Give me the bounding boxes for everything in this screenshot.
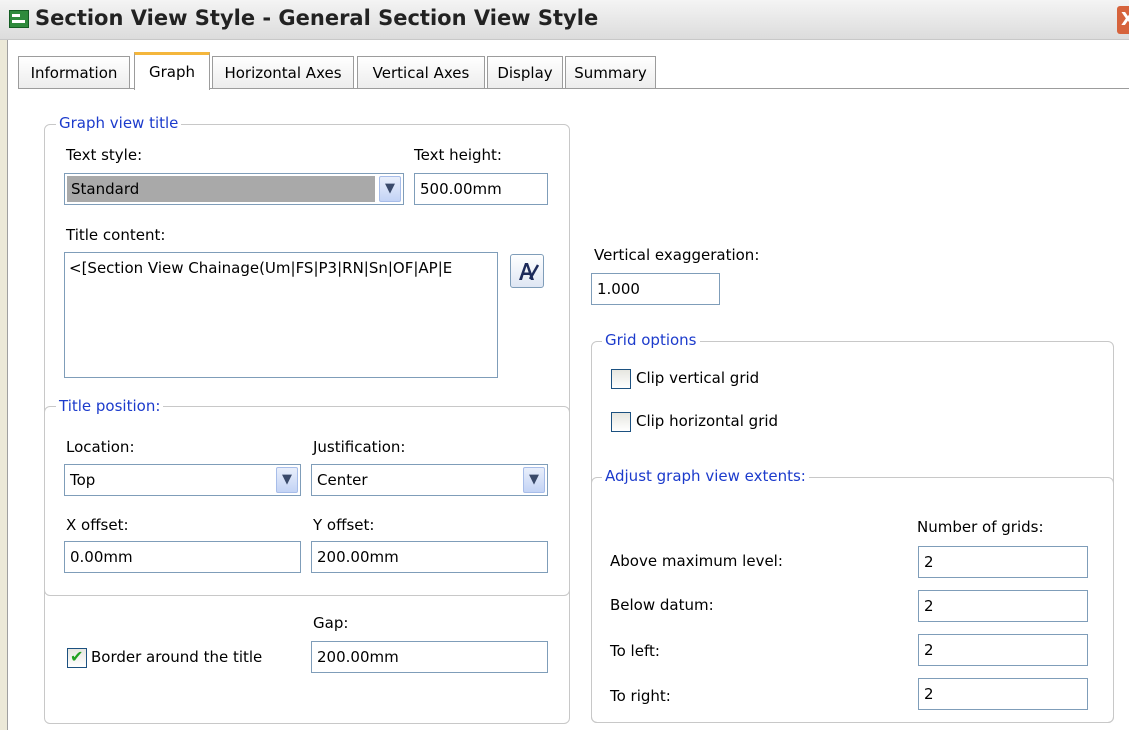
tab-display[interactable]: Display xyxy=(487,56,563,89)
chevron-down-icon[interactable]: ▼ xyxy=(523,467,545,493)
location-select[interactable]: Top ▼ xyxy=(64,464,301,496)
to-left-field[interactable]: 2 xyxy=(918,634,1088,666)
vertical-exaggeration-label: Vertical exaggeration: xyxy=(594,246,760,264)
grid-options-legend: Grid options xyxy=(602,331,700,349)
text-component-editor-button[interactable] xyxy=(510,254,544,288)
to-right-label: To right: xyxy=(610,687,671,705)
text-style-label: Text style: xyxy=(66,146,143,164)
justification-select[interactable]: Center ▼ xyxy=(311,464,548,496)
window-title: Section View Style - General Section Vie… xyxy=(35,6,599,30)
clip-horizontal-grid-label: Clip horizontal grid xyxy=(636,412,779,430)
text-style-select[interactable]: Standard ▼ xyxy=(64,173,404,205)
title-position-legend: Title position: xyxy=(56,397,164,415)
above-maximum-level-field[interactable]: 2 xyxy=(918,546,1088,578)
title-content-textarea[interactable]: <[Section View Chainage(Um|FS|P3|RN|Sn|O… xyxy=(64,252,498,378)
graph-view-title-legend: Graph view title xyxy=(56,114,182,132)
above-maximum-level-label: Above maximum level: xyxy=(610,552,783,570)
justification-label: Justification: xyxy=(313,438,406,456)
text-height-label: Text height: xyxy=(414,146,502,164)
tab-information[interactable]: Information xyxy=(18,56,130,89)
title-content-label: Title content: xyxy=(66,226,166,244)
location-value: Top xyxy=(70,471,96,489)
tab-graph[interactable]: Graph xyxy=(134,52,210,90)
y-offset-field[interactable]: 200.00mm xyxy=(311,541,548,573)
x-offset-label: X offset: xyxy=(66,516,129,534)
chevron-down-icon[interactable]: ▼ xyxy=(379,176,401,202)
x-offset-field[interactable]: 0.00mm xyxy=(64,541,301,573)
edit-text-icon xyxy=(519,263,540,280)
title-bar: Section View Style - General Section Vie… xyxy=(0,0,1129,40)
to-left-label: To left: xyxy=(610,642,660,660)
clip-horizontal-grid-checkbox[interactable] xyxy=(611,412,631,432)
border-around-title-label: Border around the title xyxy=(91,648,263,666)
below-datum-field[interactable]: 2 xyxy=(918,590,1088,622)
y-offset-label: Y offset: xyxy=(313,516,375,534)
justification-value: Center xyxy=(317,471,368,489)
gap-field[interactable]: 200.00mm xyxy=(311,641,548,673)
tab-vertical-axes[interactable]: Vertical Axes xyxy=(357,56,485,89)
location-label: Location: xyxy=(66,438,135,456)
to-right-field[interactable]: 2 xyxy=(918,678,1088,710)
tab-summary[interactable]: Summary xyxy=(565,56,656,89)
clip-vertical-grid-label: Clip vertical grid xyxy=(636,369,760,387)
close-button[interactable]: X xyxy=(1117,6,1129,34)
tab-horizontal-axes[interactable]: Horizontal Axes xyxy=(212,56,354,89)
gap-label: Gap: xyxy=(313,614,349,632)
chevron-down-icon[interactable]: ▼ xyxy=(276,467,298,493)
border-around-title-checkbox[interactable] xyxy=(67,647,87,668)
text-style-value: Standard xyxy=(67,176,375,202)
window-frame-left xyxy=(0,40,8,730)
extents-legend: Adjust graph view extents: xyxy=(602,467,809,485)
vertical-exaggeration-field[interactable]: 1.000 xyxy=(591,273,720,305)
clip-vertical-grid-checkbox[interactable] xyxy=(611,369,631,389)
app-icon xyxy=(9,10,29,28)
number-of-grids-label: Number of grids: xyxy=(917,518,1044,536)
below-datum-label: Below datum: xyxy=(610,596,714,614)
text-height-field[interactable]: 500.00mm xyxy=(414,173,548,205)
